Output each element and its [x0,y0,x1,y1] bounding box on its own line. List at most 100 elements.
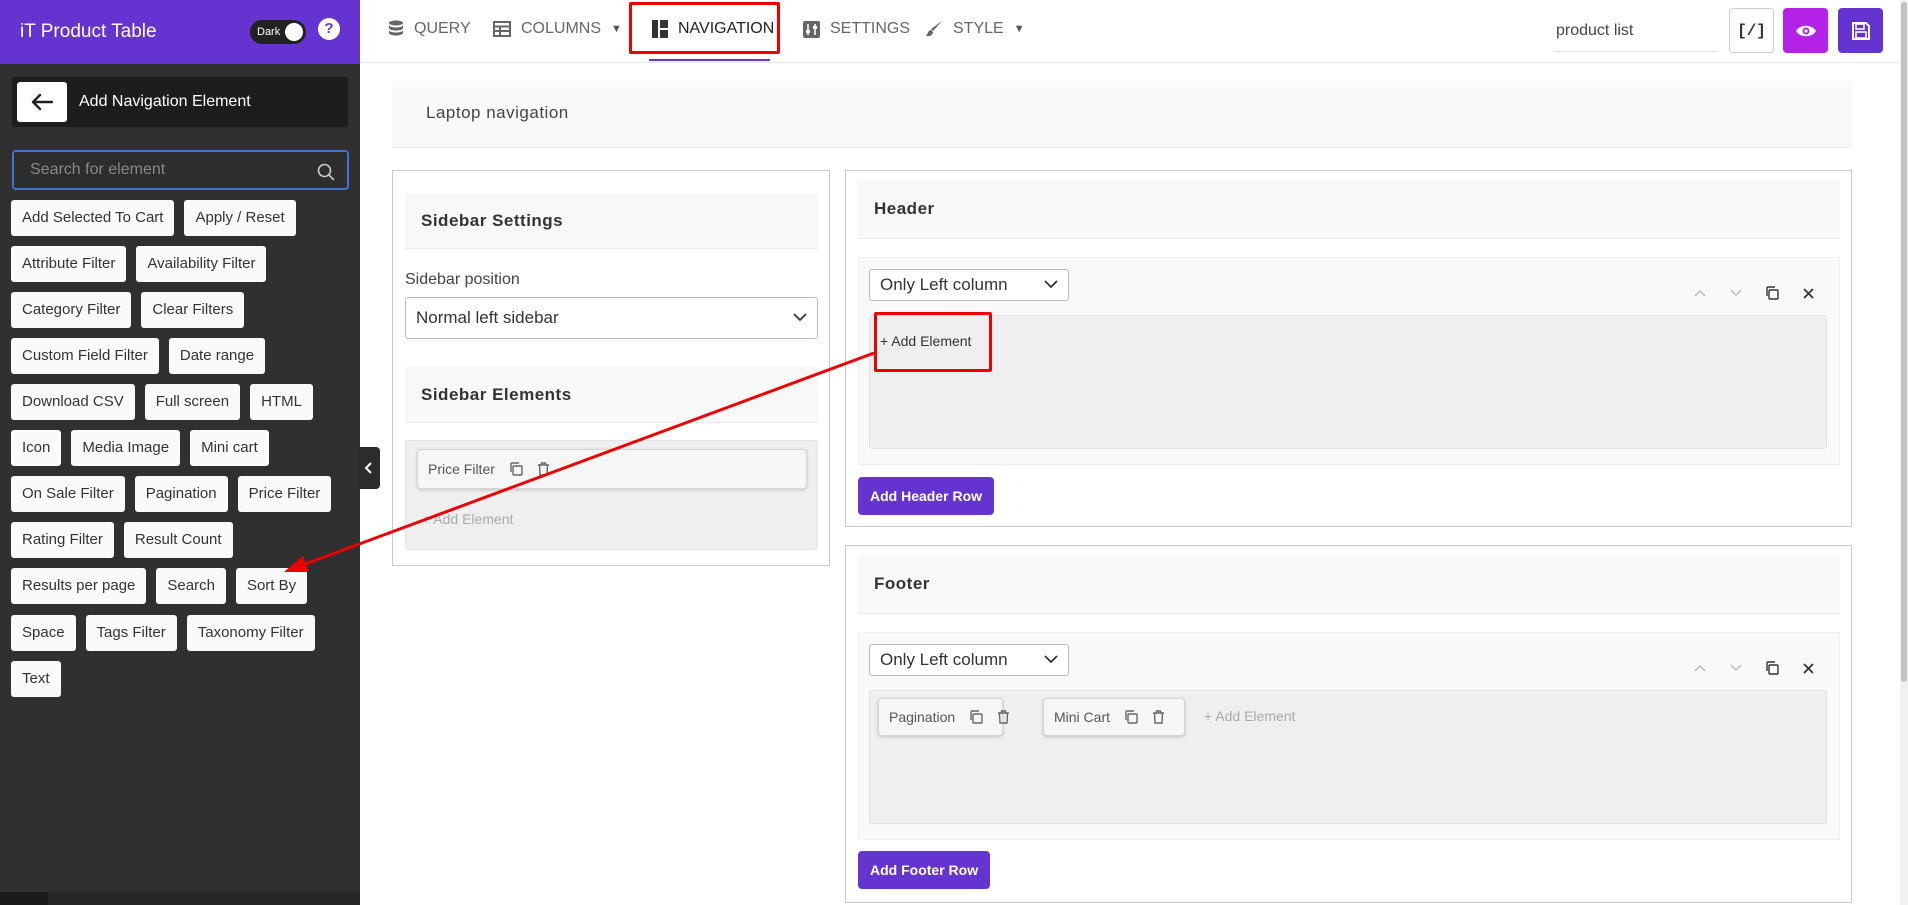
table-title-input[interactable] [1554,10,1717,52]
footer-column-select[interactable]: Only Left column [869,644,1069,676]
tab-settings-label: SETTINGS [830,20,911,37]
element-row: Attribute Filter Availability Filter [11,246,267,282]
element-chip[interactable]: HTML [250,384,313,420]
brush-icon [926,21,942,37]
trash-icon[interactable] [1152,710,1165,724]
element-chip[interactable]: Mini cart [190,430,269,466]
sidebar-add-element[interactable]: + Add Element [422,511,513,527]
element-chip[interactable]: Search [156,568,226,604]
element-chip[interactable]: Icon [11,430,62,466]
element-chip[interactable]: Taxonomy Filter [186,615,315,651]
header-title: Header [858,181,1840,239]
element-chip[interactable]: Download CSV [11,384,135,420]
element-chip[interactable]: Custom Field Filter [11,338,159,374]
element-search [12,150,349,190]
left-panel: iT Product Table Dark ? Add Navigation E… [0,0,360,905]
footer-panel: Footer Only Left column Pagination Mini … [845,545,1852,903]
tab-style[interactable]: STYLE ▼ [925,0,1025,58]
scrollbar-thumb[interactable] [1901,2,1907,682]
element-row: Space Tags Filter Taxonomy Filter [11,615,315,651]
trash-icon[interactable] [537,462,550,476]
element-chip[interactable]: Apply / Reset [184,200,296,236]
eye-icon [1795,25,1816,36]
search-input[interactable] [30,161,310,179]
trash-icon[interactable] [997,710,1010,724]
page-scrollbar[interactable] [1900,0,1908,905]
element-chip[interactable]: Availability Filter [136,246,267,282]
add-header-row-button[interactable]: Add Header Row [858,477,995,515]
footer-column-value: Only Left column [880,650,1008,669]
element-row: Results per page Search Sort By [11,568,308,604]
sidebar-position-value: Normal left sidebar [416,308,559,327]
element-chip[interactable]: Clear Filters [141,292,245,328]
element-chip[interactable]: Pagination [134,476,228,512]
preview-button[interactable] [1783,8,1828,53]
copy-icon[interactable] [969,710,983,724]
element-chip[interactable]: Results per page [11,568,147,604]
toggle-knob [285,23,303,41]
collapse-panel-button[interactable] [358,447,380,489]
element-chip[interactable]: Media Image [71,430,181,466]
element-chip[interactable]: Full screen [144,384,241,420]
dark-mode-toggle[interactable]: Dark [250,20,306,44]
annotation-highlight-navigation [629,2,780,54]
close-icon[interactable] [1799,287,1817,299]
element-chip[interactable]: Result Count [123,522,233,558]
copy-icon[interactable] [1763,661,1781,675]
device-title: Laptop navigation [392,81,1852,148]
move-up-icon[interactable] [1691,664,1709,672]
close-icon[interactable] [1799,662,1817,674]
element-chip[interactable]: Add Selected To Cart [11,200,175,236]
element-chip[interactable]: Tags Filter [85,615,177,651]
sidebar-drop-area: Price Filter + Add Element [405,440,818,550]
question-icon[interactable]: ? [318,18,340,40]
tab-query-label: QUERY [414,20,471,37]
element-chip[interactable]: On Sale Filter [11,476,125,512]
copy-icon[interactable] [1124,710,1138,724]
footer-add-element[interactable]: + Add Element [1204,708,1295,724]
header-column-value: Only Left column [880,275,1008,294]
save-icon [1851,21,1870,40]
caret-down-icon: ▼ [611,23,622,35]
database-icon [389,20,403,36]
element-chip[interactable]: Price Filter [237,476,332,512]
header-column-select[interactable]: Only Left column [869,269,1069,301]
element-chip[interactable]: Space [11,615,76,651]
sidebar-position-select[interactable]: Normal left sidebar [405,297,818,339]
search-icon[interactable] [317,163,335,181]
header-row-controls [1691,286,1817,300]
sidebar-settings-title: Sidebar Settings [405,193,818,249]
sidebar-position-label: Sidebar position [405,271,520,288]
add-footer-row-button[interactable]: Add Footer Row [858,851,991,889]
element-chip[interactable]: Rating Filter [11,522,114,558]
element-chip[interactable]: Category Filter [11,292,132,328]
element-row: Add Selected To Cart Apply / Reset [11,200,296,236]
element-row: Custom Field Filter Date range [11,338,266,374]
chevron-down-icon [793,313,807,322]
element-chip[interactable]: Text [11,661,61,697]
element-chip[interactable]: Attribute Filter [11,246,127,282]
move-down-icon[interactable] [1727,664,1745,672]
left-footer-bar [0,892,360,905]
move-up-icon[interactable] [1691,289,1709,297]
save-button[interactable] [1838,8,1883,53]
move-down-icon[interactable] [1727,289,1745,297]
back-button[interactable] [17,82,67,122]
add-navigation-header: Add Navigation Element [12,77,348,127]
tab-columns[interactable]: COLUMNS ▼ [493,0,622,58]
element-chip[interactable]: Sort By [235,568,308,604]
add-navigation-title: Add Navigation Element [79,93,251,110]
shortcode-button[interactable]: [/] [1729,8,1774,53]
tab-query[interactable]: QUERY [388,0,471,58]
tab-columns-label: COLUMNS [521,20,602,37]
element-chip[interactable]: Date range [168,338,266,374]
tab-settings[interactable]: SETTINGS [803,0,910,58]
footer-row-controls [1691,661,1817,675]
copy-icon[interactable] [509,462,523,476]
footer-element-mini-cart[interactable]: Mini Cart [1043,698,1185,736]
footer-element-pagination[interactable]: Pagination [878,698,1010,736]
tab-style-label: STYLE [953,20,1004,37]
copy-icon[interactable] [1763,286,1781,300]
sidebar-element-price-filter[interactable]: Price Filter [417,449,807,489]
element-label: Pagination [889,709,956,725]
